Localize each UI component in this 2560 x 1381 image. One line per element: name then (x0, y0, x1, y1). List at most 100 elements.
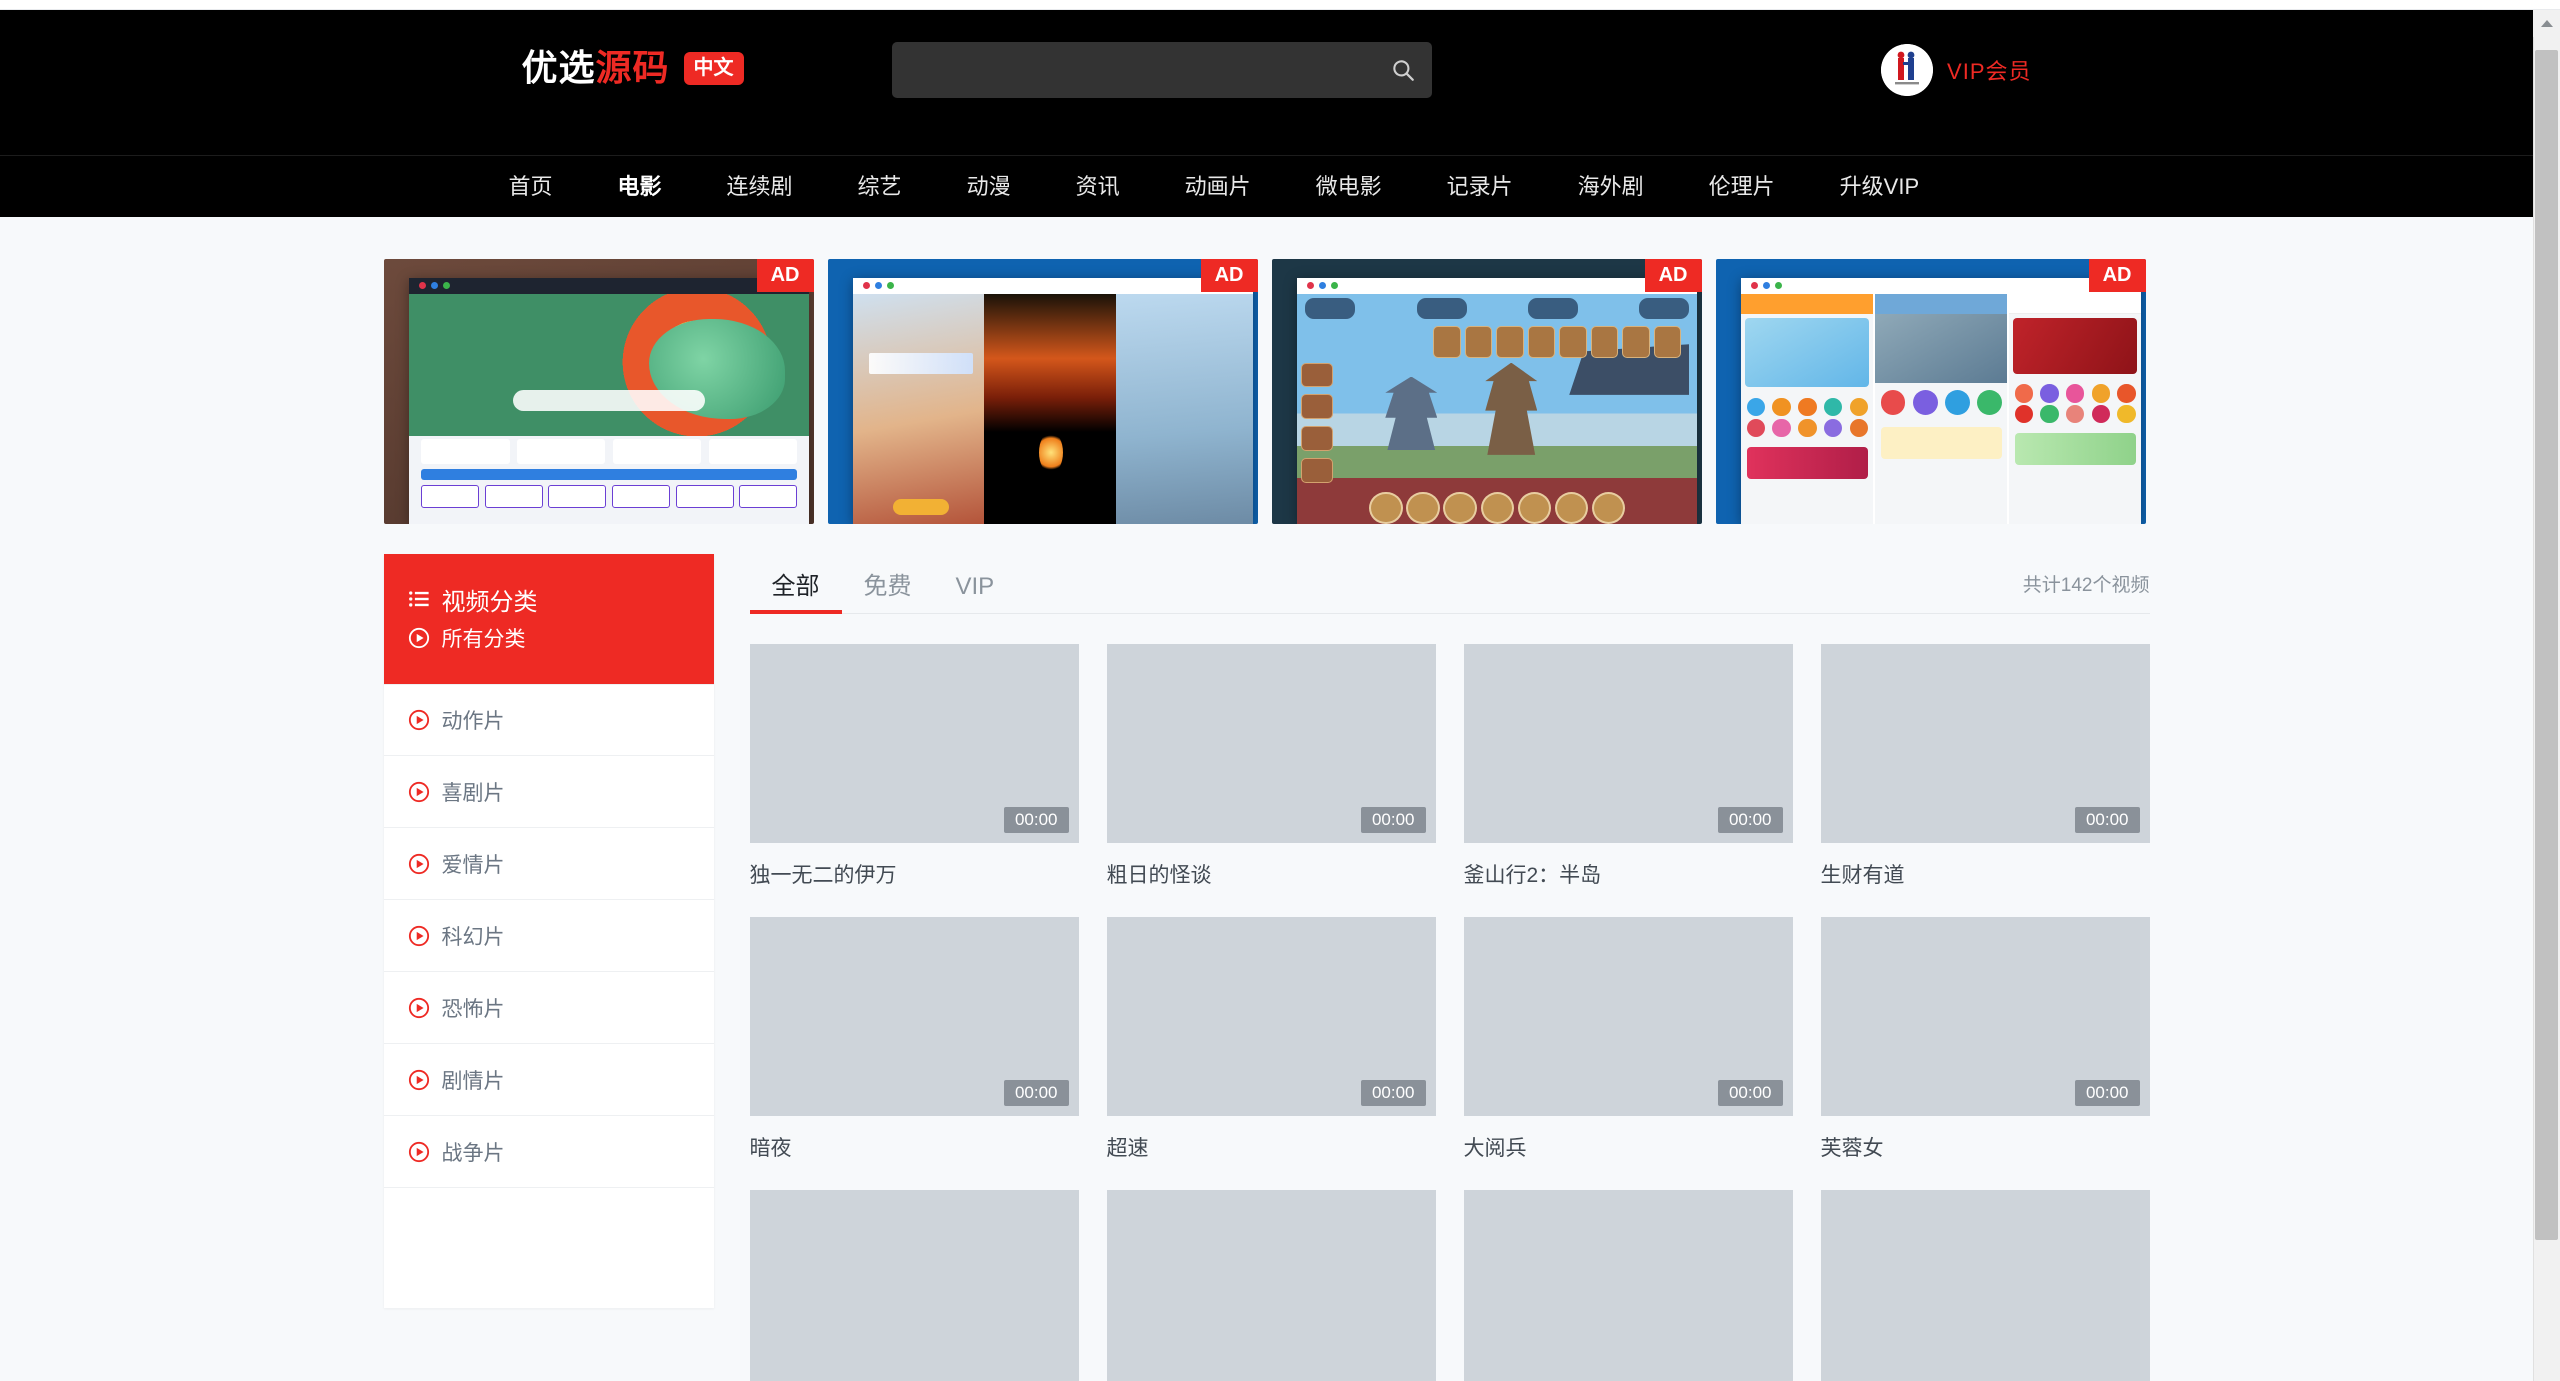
nav-item-11[interactable]: 升级VIP (1840, 176, 1919, 198)
video-card[interactable]: 00:00 大阅兵 (1463, 917, 1793, 1162)
sidebar-item-label: 动作片 (441, 710, 505, 733)
video-card[interactable]: 00:00 芙蓉女 (1820, 917, 2150, 1162)
main-navigation: 首页 电影 连续剧 综艺 动漫 资讯 动画片 微电影 记录片 海外剧 伦理片 升级VIP (0, 155, 2533, 217)
video-thumbnail[interactable]: 00:00 (1820, 644, 2150, 844)
video-thumbnail[interactable] (1820, 1190, 2150, 1381)
sidebar-item-0[interactable]: 动作片 (383, 684, 714, 756)
sidebar-item-6[interactable]: 战争片 (383, 1116, 714, 1188)
window-maximize-dot-icon (1775, 282, 1783, 290)
ad-badge: AD (756, 259, 814, 292)
search-icon (1392, 60, 1414, 81)
category-sidebar: 视频分类 所有分类 动作片喜剧片 爱情片 科幻片 恐怖片剧情片战争片 (383, 554, 714, 1308)
sidebar-item-5[interactable]: 剧情片 (383, 1044, 714, 1116)
play-circle-icon (408, 709, 429, 731)
window-minimize-dot-icon (875, 282, 883, 290)
list-icon (408, 591, 429, 607)
filter-tabs: 全部 免费 VIP 共计142个视频 (749, 554, 2150, 614)
video-thumbnail[interactable]: 00:00 (1106, 644, 1436, 844)
ad-banner-3[interactable]: AD (1271, 259, 1702, 524)
video-card[interactable]: 00:00 超速 (1106, 917, 1436, 1162)
nav-item-2[interactable]: 连续剧 (727, 176, 793, 198)
sidebar-title: 视频分类 (441, 588, 538, 616)
ad-banner-row: AD AD AD AD (383, 217, 2150, 524)
main-content: 视频分类 所有分类 动作片喜剧片 爱情片 科幻片 恐怖片剧情片战争片 全部 免费 VIP … (383, 524, 2150, 1381)
play-circle-icon (408, 781, 429, 802)
ad-banner-2[interactable]: AD (827, 259, 1258, 524)
video-duration: 00:00 (1360, 807, 1426, 834)
ad-badge: AD (2088, 259, 2146, 292)
play-circle-icon (408, 853, 429, 874)
video-list-panel: 全部 免费 VIP 共计142个视频 00:00 独一无二的伊万 00:00 粗日的怪谈 0… (749, 554, 2150, 1381)
ad-image-2 (827, 259, 1258, 524)
sidebar-item-label: 剧情片 (441, 1069, 505, 1093)
video-thumbnail[interactable] (749, 1190, 1079, 1381)
sidebar-item-all-label: 所有分类 (441, 628, 526, 651)
tab-1[interactable]: 免费 (842, 575, 934, 613)
window-close-dot-icon (863, 282, 871, 290)
video-duration: 00:00 (1717, 1080, 1783, 1107)
nav-item-0[interactable]: 首页 (509, 176, 553, 198)
video-card[interactable]: 00:00 独一无二的伊万 (749, 644, 1079, 889)
window-minimize-dot-icon (1319, 282, 1327, 290)
sidebar-item-4[interactable]: 恐怖片 (383, 972, 714, 1044)
video-thumbnail[interactable]: 00:00 (749, 644, 1079, 844)
browser-top-edge (0, 0, 2560, 10)
nav-item-3[interactable]: 综艺 (858, 176, 902, 198)
video-card[interactable]: 00:00 生财有道 (1820, 644, 2150, 889)
search-bar[interactable] (891, 42, 1432, 98)
scrollbar-up-button[interactable] (2533, 10, 2560, 37)
video-card[interactable] (1106, 1190, 1436, 1381)
video-thumbnail[interactable] (1463, 1190, 1793, 1381)
video-card[interactable]: 00:00 粗日的怪谈 (1106, 644, 1436, 889)
nav-item-7[interactable]: 微电影 (1316, 176, 1382, 198)
sidebar-item-1[interactable]: 喜剧片 (383, 756, 714, 828)
ad-banner-4[interactable]: AD (1715, 259, 2146, 524)
logo-language-badge: 中文 (683, 51, 744, 85)
tab-2[interactable]: VIP (934, 575, 1017, 613)
ad-image-3 (1271, 259, 1702, 524)
tab-0[interactable]: 全部 (749, 575, 842, 614)
scrollbar-thumb[interactable] (2535, 50, 2558, 1240)
site-header: 优选源码 中文 VIP会员 (0, 10, 2533, 155)
sidebar-filler (383, 1188, 714, 1308)
video-card[interactable] (1463, 1190, 1793, 1381)
vip-member-link[interactable]: VIP会员 (1881, 44, 2031, 96)
sidebar-item-2[interactable]: 爱情片 (383, 828, 714, 900)
search-input[interactable] (891, 42, 1374, 98)
search-button[interactable] (1374, 42, 1432, 98)
video-card[interactable] (749, 1190, 1079, 1381)
play-circle-icon (408, 997, 429, 1018)
ad-banner-1[interactable]: AD (383, 259, 814, 524)
sidebar-item-3[interactable]: 科幻片 (383, 900, 714, 972)
sidebar-item-label: 战争片 (441, 1141, 505, 1165)
video-title: 暗夜 (749, 1137, 792, 1161)
page-scrollbar[interactable] (2533, 10, 2560, 1381)
nav-item-9[interactable]: 海外剧 (1578, 176, 1644, 198)
nav-item-1[interactable]: 电影 (618, 176, 662, 198)
ad-browser-titlebar (409, 277, 810, 294)
video-thumbnail[interactable]: 00:00 (1820, 917, 2150, 1117)
video-duration: 00:00 (1717, 807, 1783, 834)
video-thumbnail[interactable]: 00:00 (749, 917, 1079, 1117)
site-logo[interactable]: 优选源码 中文 (522, 50, 744, 86)
nav-item-10[interactable]: 伦理片 (1709, 176, 1775, 198)
video-card[interactable] (1820, 1190, 2150, 1381)
nav-item-6[interactable]: 动画片 (1185, 176, 1251, 198)
video-duration: 00:00 (2074, 1080, 2140, 1107)
video-thumbnail[interactable]: 00:00 (1463, 917, 1793, 1117)
video-duration: 00:00 (2074, 807, 2140, 834)
video-thumbnail[interactable]: 00:00 (1106, 917, 1436, 1117)
ad-browser-titlebar (853, 278, 1253, 294)
window-close-dot-icon (1751, 282, 1759, 290)
video-thumbnail[interactable]: 00:00 (1463, 644, 1793, 844)
sidebar-item-all[interactable]: 所有分类 (383, 618, 714, 684)
video-title: 大阅兵 (1463, 1137, 1527, 1161)
nav-item-4[interactable]: 动漫 (967, 176, 1011, 198)
video-card[interactable]: 00:00 暗夜 (749, 917, 1079, 1162)
nav-item-5[interactable]: 资讯 (1076, 176, 1120, 198)
ad-image-1 (383, 259, 814, 524)
nav-item-8[interactable]: 记录片 (1447, 176, 1513, 198)
chevron-up-icon (2540, 20, 2553, 27)
video-thumbnail[interactable] (1106, 1190, 1436, 1381)
video-card[interactable]: 00:00 釜山行2：半岛 (1463, 644, 1793, 889)
